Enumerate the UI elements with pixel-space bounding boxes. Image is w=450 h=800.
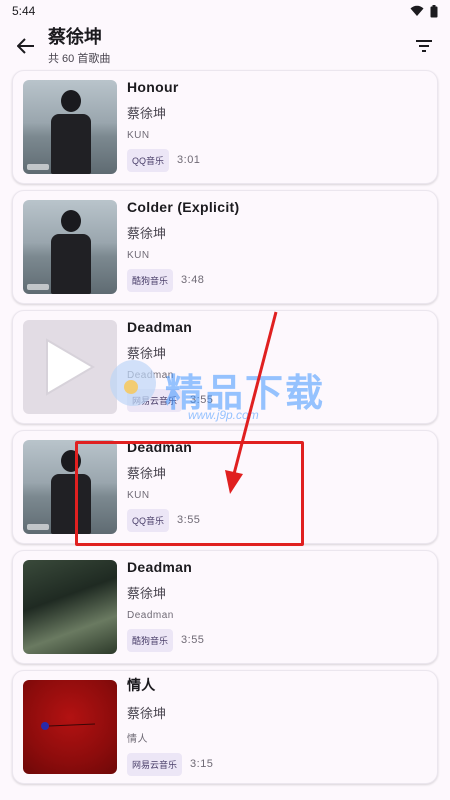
song-meta: 酷狗音乐 3:55 [127, 628, 205, 652]
song-duration: 3:55 [181, 634, 205, 646]
play-icon [46, 338, 95, 396]
song-meta: QQ音乐 3:01 [127, 148, 201, 172]
source-badge: QQ音乐 [127, 148, 170, 172]
song-info: Deadman 蔡徐坤 Deadman 网易云音乐 3:55 [127, 319, 214, 412]
song-artist: 蔡徐坤 [127, 225, 167, 241]
song-title: Deadman [127, 318, 193, 335]
artist-figure [51, 450, 91, 534]
song-card[interactable]: Colder (Explicit) 蔡徐坤 KUN 酷狗音乐 3:48 [12, 190, 438, 304]
song-duration: 3:55 [190, 394, 214, 406]
album-cover [23, 680, 117, 774]
song-title: Honour [127, 78, 179, 95]
rose-icon [41, 722, 96, 730]
song-album: Deadman [127, 369, 174, 381]
album-cover [23, 560, 117, 654]
song-meta: 酷狗音乐 3:48 [127, 268, 239, 292]
page-title: 蔡徐坤 [48, 27, 102, 47]
arrow-left-icon [17, 38, 34, 54]
song-album: Deadman [127, 609, 174, 621]
song-info: Deadman 蔡徐坤 Deadman 酷狗音乐 3:55 [127, 559, 205, 652]
song-duration: 3:01 [177, 154, 201, 166]
song-duration: 3:55 [177, 514, 201, 526]
song-album: 情人 [127, 733, 148, 745]
filter-button[interactable] [412, 34, 436, 58]
status-bar: 5:44 [0, 0, 450, 22]
song-count: 共 60 首歌曲 [48, 53, 111, 65]
song-title: Colder (Explicit) [127, 198, 240, 215]
album-cover [23, 200, 117, 294]
song-meta: 网易云音乐 3:55 [127, 388, 214, 412]
song-title: Deadman [127, 438, 193, 455]
song-info: 情人 蔡徐坤 情人 网易云音乐 3:15 [127, 677, 214, 776]
cover-watermark [27, 524, 49, 530]
header-titles: 蔡徐坤 共 60 首歌曲 [48, 26, 110, 66]
song-meta: 网易云音乐 3:15 [127, 752, 214, 776]
song-card[interactable]: Deadman 蔡徐坤 KUN QQ音乐 3:55 [12, 430, 438, 544]
song-meta: QQ音乐 3:55 [127, 508, 201, 532]
status-icons [410, 4, 438, 18]
source-badge: 酷狗音乐 [127, 268, 174, 292]
song-card[interactable]: Deadman 蔡徐坤 Deadman 网易云音乐 3:55 [12, 310, 438, 424]
battery-icon [430, 4, 438, 17]
album-cover [23, 80, 117, 174]
cover-watermark [27, 284, 49, 290]
source-badge: QQ音乐 [127, 508, 170, 532]
song-artist: 蔡徐坤 [127, 345, 167, 361]
song-duration: 3:15 [190, 758, 214, 770]
song-title: 情人 [127, 676, 156, 693]
song-album: KUN [127, 489, 150, 501]
song-info: Deadman 蔡徐坤 KUN QQ音乐 3:55 [127, 439, 201, 532]
song-card[interactable]: Deadman 蔡徐坤 Deadman 酷狗音乐 3:55 [12, 550, 438, 664]
song-artist: 蔡徐坤 [127, 585, 167, 601]
album-cover [23, 320, 117, 414]
song-card[interactable]: Honour 蔡徐坤 KUN QQ音乐 3:01 [12, 70, 438, 184]
artist-figure [51, 90, 91, 174]
song-artist: 蔡徐坤 [127, 465, 167, 481]
app-bar: 蔡徐坤 共 60 首歌曲 [0, 22, 450, 70]
song-info: Colder (Explicit) 蔡徐坤 KUN 酷狗音乐 3:48 [127, 199, 239, 292]
song-title: Deadman [127, 558, 193, 575]
song-duration: 3:48 [181, 274, 205, 286]
song-artist: 蔡徐坤 [127, 105, 167, 121]
song-info: Honour 蔡徐坤 KUN QQ音乐 3:01 [127, 79, 201, 172]
wifi-icon [410, 5, 424, 16]
source-badge: 酷狗音乐 [127, 628, 174, 652]
artist-figure [51, 210, 91, 294]
cover-watermark [27, 164, 49, 170]
song-album: KUN [127, 249, 150, 261]
song-card[interactable]: 情人 蔡徐坤 情人 网易云音乐 3:15 [12, 670, 438, 784]
filter-icon [416, 40, 432, 52]
back-button[interactable] [14, 34, 38, 58]
album-cover [23, 440, 117, 534]
song-album: KUN [127, 129, 150, 141]
source-badge: 网易云音乐 [127, 752, 183, 776]
song-list: Honour 蔡徐坤 KUN QQ音乐 3:01 Colder (Explicit) 蔡徐坤… [0, 70, 450, 784]
status-time: 5:44 [12, 4, 36, 18]
song-artist: 蔡徐坤 [127, 705, 167, 721]
source-badge: 网易云音乐 [127, 388, 183, 412]
